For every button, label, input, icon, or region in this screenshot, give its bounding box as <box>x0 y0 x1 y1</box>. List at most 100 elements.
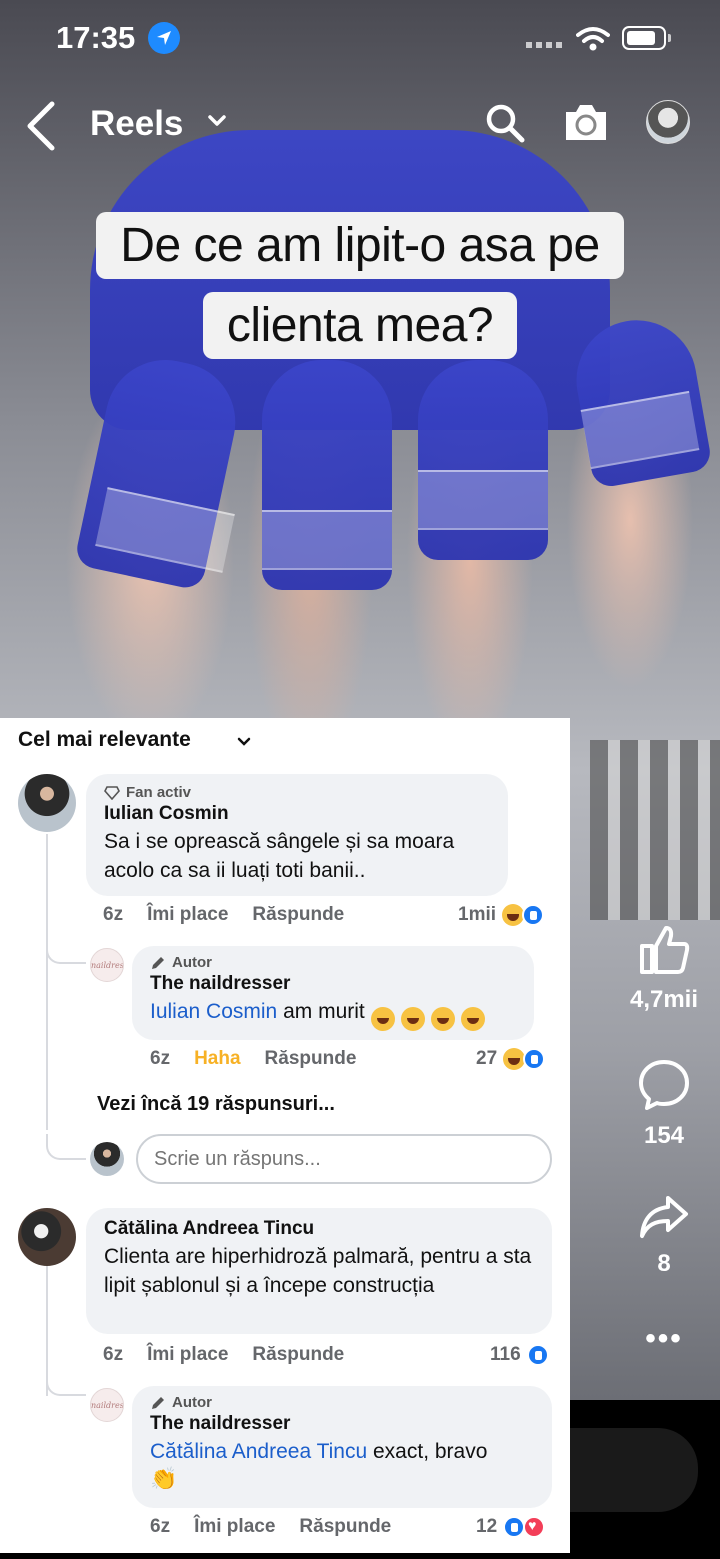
pen-icon <box>152 956 164 969</box>
love-reaction-icon <box>523 1516 546 1538</box>
battery-tip <box>668 34 671 42</box>
like-reaction-icon <box>526 1344 549 1366</box>
tape <box>418 470 548 530</box>
comment-meta: 6z Îmi place Răspunde <box>103 904 368 926</box>
comment-bubble: Fan activ Iulian Cosmin Sa i se oprească… <box>86 774 508 896</box>
reaction-summary[interactable]: 27 <box>476 1048 546 1070</box>
reply-text: Iulian Cosmin am murit🤣🤣🤣🤣 <box>150 997 516 1031</box>
rofl-emoji: 🤣 <box>430 1007 455 1031</box>
share-arrow-icon <box>640 1196 688 1238</box>
clap-emoji: 👏 <box>150 1466 178 1491</box>
haha-link[interactable]: Haha <box>194 1048 240 1070</box>
thumbs-up-icon <box>640 926 690 974</box>
author-avatar[interactable]: naildresser <box>90 1388 124 1422</box>
author-badge: Autor <box>150 1394 534 1411</box>
badge-label: Fan activ <box>126 784 192 801</box>
reply-link[interactable]: Răspunde <box>299 1516 391 1538</box>
like-reaction-icon <box>503 1516 526 1538</box>
reply-meta: 6z Haha Răspunde <box>150 1048 380 1070</box>
fan-badge: Fan activ <box>104 784 490 801</box>
share-count: 8 <box>657 1250 671 1277</box>
thread-connector <box>46 1134 86 1160</box>
rofl-emoji: 🤣 <box>400 1007 425 1031</box>
comment-count: 154 <box>643 1122 685 1149</box>
camera-icon[interactable] <box>562 100 610 144</box>
top-navigation: Reels <box>0 96 720 156</box>
like-link[interactable]: Îmi place <box>147 904 228 926</box>
current-user-avatar <box>90 1142 124 1176</box>
reply-input[interactable] <box>136 1134 552 1184</box>
diamond-icon <box>104 785 120 800</box>
like-link[interactable]: Îmi place <box>194 1516 275 1538</box>
mention-link[interactable]: Cătălina Andreea Tincu <box>150 1440 367 1463</box>
reply-link[interactable]: Răspunde <box>252 904 344 926</box>
author-badge: Autor <box>150 954 516 971</box>
like-reaction-icon <box>522 904 545 926</box>
profile-avatar[interactable] <box>646 100 690 144</box>
reply-link[interactable]: Răspunde <box>265 1048 357 1070</box>
reply-time: 6z <box>150 1516 171 1537</box>
chevron-down-icon[interactable] <box>206 110 228 132</box>
status-bar: 17:35 <box>0 18 720 62</box>
comment-bubble-icon <box>639 1060 689 1110</box>
reaction-summary[interactable]: 116 <box>490 1344 549 1366</box>
reply-bubble: Autor The naildresser Iulian Cosmin am m… <box>132 946 534 1040</box>
like-count: 4,7mii <box>629 986 699 1013</box>
search-icon[interactable] <box>484 102 526 144</box>
chevron-down-icon[interactable] <box>236 734 252 750</box>
rofl-emoji: 🤣 <box>370 1007 395 1031</box>
like-reaction-icon <box>523 1048 546 1070</box>
reaction-summary[interactable]: 1mii <box>458 904 545 926</box>
reaction-count: 27 <box>476 1048 498 1069</box>
comment-text: Sa i se oprească sângele și sa moara aco… <box>104 830 455 882</box>
comment-author[interactable]: Iulian Cosmin <box>104 803 490 825</box>
reply-body: am murit <box>283 1000 365 1023</box>
tape <box>262 510 392 570</box>
page-title[interactable]: Reels <box>90 104 183 144</box>
commenter-avatar[interactable] <box>18 774 76 832</box>
reply-author[interactable]: The naildresser <box>150 1413 534 1435</box>
view-more-replies-link[interactable]: Vezi încă 19 răspunsuri... <box>97 1093 335 1116</box>
sort-selector[interactable]: Cel mai relevante <box>18 728 191 752</box>
badge-label: Autor <box>172 954 212 971</box>
video-caption-line1: De ce am lipit-o asa pe <box>0 212 720 279</box>
share-action[interactable]: 8 <box>620 1194 708 1278</box>
caption-text: De ce am lipit-o asa pe <box>96 212 624 279</box>
wifi-icon <box>576 27 610 51</box>
caption-text: clienta mea? <box>202 292 518 359</box>
battery-icon <box>622 26 666 50</box>
comment-bubble: Cătălina Andreea Tincu Clienta are hiper… <box>86 1208 552 1334</box>
video-caption-line2: clienta mea? <box>0 292 720 359</box>
author-avatar[interactable]: naildresser <box>90 948 124 982</box>
commenter-avatar[interactable] <box>18 1208 76 1266</box>
reaction-count: 1mii <box>458 904 497 925</box>
reaction-count: 116 <box>490 1344 521 1365</box>
comment-meta: 6z Îmi place Răspunde <box>103 1344 368 1366</box>
cellular-signal-icon <box>526 42 564 48</box>
like-action[interactable]: 4,7mii <box>620 924 708 1014</box>
reaction-count: 12 <box>476 1516 498 1537</box>
reply-link[interactable]: Răspunde <box>252 1344 344 1366</box>
reply-author[interactable]: The naildresser <box>150 973 516 995</box>
glove-finger <box>418 360 548 560</box>
thread-line <box>46 834 48 1130</box>
like-link[interactable]: Îmi place <box>147 1344 228 1366</box>
more-options-icon[interactable]: ••• <box>620 1322 708 1356</box>
comment-text: Clienta are hiperhidroză palmară, pentru… <box>104 1245 532 1297</box>
mention-link[interactable]: Iulian Cosmin <box>150 1000 277 1023</box>
rofl-emoji: 🤣 <box>460 1007 485 1031</box>
status-time: 17:35 <box>56 20 136 55</box>
back-arrow-icon[interactable] <box>22 100 62 152</box>
bottom-input-bar[interactable] <box>560 1428 698 1512</box>
reply-meta: 6z Îmi place Răspunde <box>150 1516 415 1538</box>
haha-reaction-icon <box>503 1048 526 1070</box>
comment-action[interactable]: 154 <box>620 1058 708 1150</box>
reply-body: exact, bravo <box>373 1440 488 1463</box>
reply-text: Cătălina Andreea Tincu exact, bravo 👏 <box>150 1437 534 1492</box>
comment-time: 6z <box>103 904 124 925</box>
comment-author[interactable]: Cătălina Andreea Tincu <box>104 1218 534 1240</box>
reply-time: 6z <box>150 1048 171 1069</box>
thread-connector <box>46 938 86 964</box>
location-arrow-icon <box>148 22 180 54</box>
reaction-summary[interactable]: 12 <box>476 1516 546 1538</box>
